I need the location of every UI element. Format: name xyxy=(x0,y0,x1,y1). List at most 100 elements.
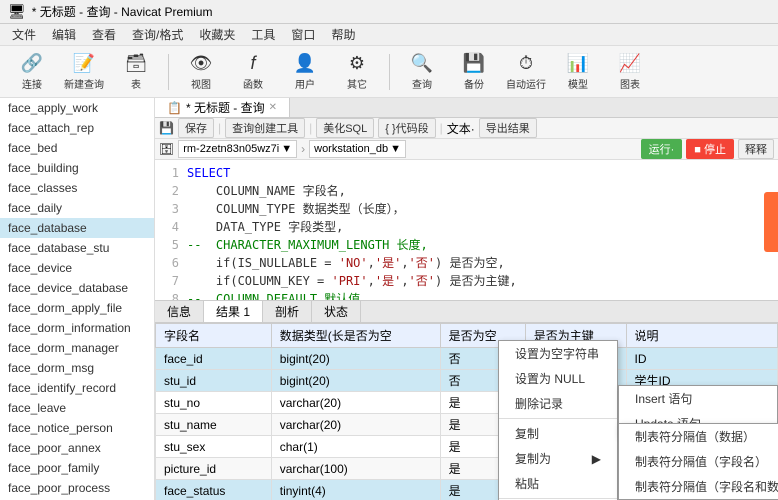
beautify-sql-button[interactable]: 美化SQL xyxy=(316,118,374,138)
sidebar-item-face-building[interactable]: face_building xyxy=(0,158,154,178)
save-button[interactable]: 保存 xyxy=(178,118,214,138)
toolbar-other[interactable]: ⚙ 其它 xyxy=(333,50,381,94)
cell-type: varchar(20) xyxy=(271,414,440,436)
sidebar-item-face-notice-person[interactable]: face_notice_person xyxy=(0,418,154,438)
sidebar-item-face-dorm-msg[interactable]: face_dorm_msg xyxy=(0,358,154,378)
context-menu-delete-record[interactable]: 删除记录 xyxy=(499,391,617,416)
dropdown-arrow2-icon: ▼ xyxy=(390,143,401,155)
menu-tools[interactable]: 工具 xyxy=(243,24,283,45)
arrow-icon: › xyxy=(301,142,305,156)
title-text: * 无标题 - 查询 - Navicat Premium xyxy=(32,3,213,20)
menu-view[interactable]: 查看 xyxy=(84,24,124,45)
view-icon: 👁 xyxy=(190,53,213,74)
cell-type: char(1) xyxy=(271,436,440,458)
sql-line-6: 6 if(IS_NULLABLE = 'NO','是','否') 是否为空, xyxy=(163,254,770,272)
run-button[interactable]: 运行· xyxy=(641,139,683,159)
display-tab-field-name-data[interactable]: 制表符分隔值（字段名和数据） xyxy=(619,474,778,499)
toolbar-backup[interactable]: 💾 备份 xyxy=(450,50,498,94)
sidebar-item-face-poor-family[interactable]: face_poor_family xyxy=(0,458,154,478)
sidebar-item-face-attach-rep[interactable]: face_attach_rep xyxy=(0,118,154,138)
sidebar-item-face-poor-process[interactable]: face_poor_process xyxy=(0,478,154,498)
toolbar-connect[interactable]: 🔗 连接 xyxy=(8,50,56,94)
text-label: 文本· xyxy=(447,120,475,137)
query-builder-button[interactable]: 查询创建工具 xyxy=(225,118,305,138)
db-icon: 🗄 xyxy=(159,142,174,156)
export-result-button[interactable]: 导出结果 xyxy=(479,118,537,138)
backup-icon: 💾 xyxy=(463,53,485,74)
database-dropdown[interactable]: workstation_db ▼ xyxy=(309,140,406,158)
sidebar-item-face-dorm-apply-file[interactable]: face_dorm_apply_file xyxy=(0,298,154,318)
display-tab-data[interactable]: 制表符分隔值（数据） xyxy=(619,424,778,449)
result-tab-status[interactable]: 状态 xyxy=(312,301,361,322)
menu-query[interactable]: 查询/格式 xyxy=(124,24,191,45)
sql-editor[interactable]: 1 SELECT 2 COLUMN_NAME 字段名, 3 COLUMN_TYP… xyxy=(155,160,778,300)
toolbar-autorun[interactable]: ⏱ 自动运行 xyxy=(502,50,550,94)
sidebar-item-face-poor-annex[interactable]: face_poor_annex xyxy=(0,438,154,458)
cell-type: tinyint(4) xyxy=(271,480,440,500)
sidebar-item-face-bed[interactable]: face_bed xyxy=(0,138,154,158)
qt-sep-2: | xyxy=(309,121,312,135)
toolbar-user[interactable]: 👤 用户 xyxy=(281,50,329,94)
result-tab-result1[interactable]: 结果 1 xyxy=(204,301,263,322)
sidebar-item-face-apply-work[interactable]: face_apply_work xyxy=(0,98,154,118)
user-icon: 👤 xyxy=(294,53,316,74)
sidebar-item-face-dorm-manager[interactable]: face_dorm_manager xyxy=(0,338,154,358)
table-row[interactable]: face_id bigint(20) 否 是 ID xyxy=(156,348,778,370)
menu-edit[interactable]: 编辑 xyxy=(44,24,84,45)
context-menu-paste[interactable]: 粘贴 xyxy=(499,471,617,496)
context-menu-copy[interactable]: 复制 xyxy=(499,421,617,446)
main-toolbar: 🔗 连接 📝 新建查询 🗃 表 👁 视图 f 函数 👤 用户 ⚙ 其它 xyxy=(0,46,778,98)
toolbar-view[interactable]: 👁 视图 xyxy=(177,50,225,94)
toolbar-chart[interactable]: 📈 图表 xyxy=(606,50,654,94)
menu-help[interactable]: 帮助 xyxy=(323,24,363,45)
sidebar-item-face-dorm-info[interactable]: face_dorm_information xyxy=(0,318,154,338)
menu-bar: 文件 编辑 查看 查询/格式 收藏夹 工具 窗口 帮助 xyxy=(0,24,778,46)
cell-name: face_status xyxy=(156,480,272,500)
toolbar-model[interactable]: 📊 模型 xyxy=(554,50,602,94)
copy-as-insert[interactable]: Insert 语句 xyxy=(619,386,777,411)
connection-dropdown[interactable]: rm-2zetn83n05wz7i ▼ xyxy=(178,140,297,158)
sidebar-item-face-classes[interactable]: face_classes xyxy=(0,178,154,198)
col-header-comment[interactable]: 说明 xyxy=(626,324,777,348)
sidebar-item-face-device[interactable]: face_device xyxy=(0,258,154,278)
result-tab-profiling[interactable]: 剖析 xyxy=(263,301,312,322)
title-bar: 🖥 * 无标题 - 查询 - Navicat Premium xyxy=(0,0,778,24)
sidebar-item-face-device-database[interactable]: face_device_database xyxy=(0,278,154,298)
sql-line-4: 4 DATA_TYPE 字段类型, xyxy=(163,218,770,236)
result-tab-info[interactable]: 信息 xyxy=(155,301,204,322)
context-menu-set-null[interactable]: 设置为 NULL xyxy=(499,366,617,391)
toolbar-query[interactable]: 🔍 查询 xyxy=(398,50,446,94)
context-menu-set-empty-string[interactable]: 设置为空字符串 xyxy=(499,341,617,366)
sql-line-2: 2 COLUMN_NAME 字段名, xyxy=(163,182,770,200)
cell-name: stu_id xyxy=(156,370,272,392)
sidebar-item-face-database-stu[interactable]: face_database_stu xyxy=(0,238,154,258)
context-menu-copy-as[interactable]: 复制为 ▶ xyxy=(499,446,617,471)
menu-window[interactable]: 窗口 xyxy=(283,24,323,45)
connection-name: rm-2zetn83n05wz7i xyxy=(183,143,279,155)
query-tab[interactable]: 📋 * 无标题 - 查询 ✕ xyxy=(155,98,290,117)
sql-line-3: 3 COLUMN_TYPE 数据类型（长度）， xyxy=(163,200,770,218)
toolbar-function[interactable]: f 函数 xyxy=(229,50,277,94)
sidebar-item-face-leave[interactable]: face_leave xyxy=(0,398,154,418)
explain-button[interactable]: 释释 xyxy=(738,139,774,159)
display-tab-field-name[interactable]: 制表符分隔值（字段名） xyxy=(619,449,778,474)
tab-close-button[interactable]: ✕ xyxy=(269,102,277,113)
code-snippet-button[interactable]: { }代码段 xyxy=(378,118,435,138)
context-menu-sep-2 xyxy=(499,498,617,499)
query-tab-icon: 📋 xyxy=(167,101,182,115)
sidebar-item-face-database[interactable]: face_database xyxy=(0,218,154,238)
cell-name: stu_name xyxy=(156,414,272,436)
toolbar-table[interactable]: 🗃 表 xyxy=(112,50,160,94)
menu-file[interactable]: 文件 xyxy=(4,24,44,45)
sidebar-item-face-daily[interactable]: face_daily xyxy=(0,198,154,218)
stop-button[interactable]: ■ 停止 xyxy=(686,139,734,159)
menu-favorites[interactable]: 收藏夹 xyxy=(191,24,243,45)
context-menu-sep-1 xyxy=(499,418,617,419)
col-header-type[interactable]: 数据类型(长是否为空 xyxy=(271,324,440,348)
toolbar-new-query[interactable]: 📝 新建查询 xyxy=(60,50,108,94)
qt-sep-1: | xyxy=(218,121,221,135)
sidebar-item-face-identify-record[interactable]: face_identify_record xyxy=(0,378,154,398)
save-icon: 💾 xyxy=(159,121,174,135)
col-header-name[interactable]: 字段名 xyxy=(156,324,272,348)
cell-name: stu_sex xyxy=(156,436,272,458)
